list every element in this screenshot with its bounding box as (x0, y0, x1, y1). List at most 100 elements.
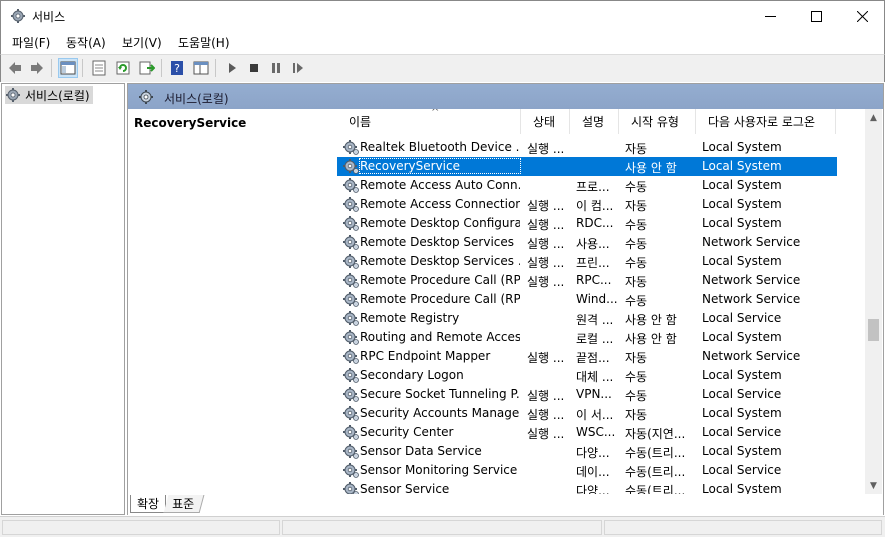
tree-item-label: 서비스(로컬) (25, 88, 90, 103)
table-row[interactable]: Remote Procedure Call (RP... Wind... 수동 Net… (337, 290, 837, 309)
service-name: Realtek Bluetooth Device ... (360, 140, 520, 154)
service-name: RPC Endpoint Mapper (360, 349, 491, 363)
service-gear-icon (343, 178, 359, 193)
service-name: Security Accounts Manager (360, 406, 520, 420)
menu-file[interactable]: 파일(F) (12, 34, 50, 51)
service-status: 실행 ... (527, 142, 565, 156)
start-service-button[interactable] (222, 58, 242, 78)
maximize-button[interactable] (793, 1, 839, 31)
table-row[interactable]: Secondary Logon 대체 ... 수동 Local System (337, 366, 837, 385)
service-logon: Local Service (702, 463, 782, 477)
service-description: 원격 ... (576, 313, 614, 327)
service-gear-icon (343, 292, 359, 307)
maximize-icon (810, 10, 822, 22)
help-button[interactable]: ? (167, 58, 187, 78)
service-startup-type: 자동 (625, 199, 648, 213)
minimize-icon (764, 15, 776, 17)
table-row[interactable]: RPC Endpoint Mapper 실행 ... 끝점... 자동 Network … (337, 347, 837, 366)
help-icon: ? (171, 61, 183, 75)
table-row-selected[interactable]: RecoveryService 사용 안 함 Local System (337, 157, 837, 176)
selected-service-title: RecoveryService (134, 116, 247, 130)
forward-arrow-icon (31, 62, 43, 74)
scroll-thumb[interactable] (868, 319, 879, 341)
table-row[interactable]: Routing and Remote Access 로컬 ... 사용 안 함 Loc… (337, 328, 837, 347)
service-logon: Local System (702, 178, 782, 192)
tab-standard[interactable]: 표준 (163, 495, 205, 513)
service-status: 실행 ... (527, 275, 565, 289)
table-row[interactable]: Sensor Data Service 다양... 수동(트리... Local Sy… (337, 442, 837, 461)
forward-button[interactable] (27, 58, 47, 78)
vertical-scrollbar[interactable]: ▲ ▼ (865, 109, 882, 494)
table-row[interactable]: Security Center 실행 ... WSC... 자동(지연... Local… (337, 423, 837, 442)
service-description: 대체 ... (576, 370, 614, 384)
refresh-button[interactable] (113, 58, 133, 78)
table-row[interactable]: Remote Registry 원격 ... 사용 안 함 Local Service (337, 309, 837, 328)
service-gear-icon (343, 197, 359, 212)
properties-button[interactable] (89, 58, 109, 78)
status-segment (2, 520, 280, 535)
table-row[interactable]: Remote Procedure Call (RP... 실행 ... RPC...… (337, 271, 837, 290)
sort-ascending-icon: ^ (431, 109, 440, 118)
back-button[interactable] (5, 58, 25, 78)
column-header-name[interactable]: ^ 이름 (337, 109, 521, 134)
export-list-button[interactable] (137, 58, 157, 78)
export-list-icon (139, 61, 155, 75)
table-row[interactable]: Remote Desktop Configura... 실행 ... RDC... 수… (337, 214, 837, 233)
start-service-icon (229, 63, 236, 73)
table-row[interactable]: Secure Socket Tunneling P... 실행 ... VPN...… (337, 385, 837, 404)
tab-extended[interactable]: 확장 (130, 495, 166, 513)
service-startup-type: 자동 (625, 275, 648, 289)
service-logon: Local System (702, 254, 782, 268)
table-row[interactable]: Realtek Bluetooth Device ... 실행 ... 자동 Loca… (337, 138, 837, 157)
service-startup-type: 수동 (625, 237, 648, 251)
table-row[interactable]: Remote Access Auto Conn... 프로... 수동 Local S… (337, 176, 837, 195)
service-startup-type: 사용 안 함 (625, 161, 677, 175)
service-description: 다양... (576, 484, 610, 494)
service-startup-type: 수동 (625, 218, 648, 232)
scroll-down-icon[interactable]: ▼ (865, 477, 882, 494)
service-logon: Local System (702, 330, 782, 344)
service-status: 실행 ... (527, 408, 565, 422)
column-header-description[interactable]: 설명 (570, 109, 619, 134)
pause-service-button[interactable] (266, 58, 286, 78)
service-description: 프린... (576, 256, 610, 270)
view-icon (193, 61, 209, 75)
minimize-button[interactable] (747, 1, 793, 31)
close-button[interactable] (839, 1, 885, 31)
tree-item-services-local[interactable]: 서비스(로컬) (5, 86, 93, 104)
service-status: 실행 ... (527, 389, 565, 403)
view-button[interactable] (191, 58, 211, 78)
show-hide-tree-button[interactable] (58, 58, 78, 78)
menu-help[interactable]: 도움말(H) (178, 34, 230, 51)
menu-view[interactable]: 보기(V) (122, 34, 162, 51)
menu-action[interactable]: 동작(A) (66, 34, 106, 51)
service-gear-icon (343, 159, 359, 174)
column-header-logon-as[interactable]: 다음 사용자로 로그온 (696, 109, 836, 134)
table-row[interactable]: Sensor Monitoring Service 데이... 수동(트리... Lo… (337, 461, 837, 480)
scroll-up-icon[interactable]: ▲ (865, 109, 882, 126)
service-gear-icon (343, 330, 359, 345)
table-row[interactable]: Sensor Service 다양... 수동(트리... Local System (337, 480, 837, 494)
table-row[interactable]: Security Accounts Manager 실행 ... 이 서... 자동 L… (337, 404, 837, 423)
table-row[interactable]: Remote Desktop Services ... 실행 ... 프린... 수동… (337, 252, 837, 271)
service-name: Security Center (360, 425, 454, 439)
service-startup-type: 사용 안 함 (625, 332, 677, 346)
service-name: Secure Socket Tunneling P... (360, 387, 520, 401)
service-description: VPN... (576, 387, 612, 401)
refresh-icon (116, 61, 130, 75)
restart-service-button[interactable] (288, 58, 308, 78)
stop-service-button[interactable] (244, 58, 264, 78)
status-segment (604, 520, 882, 535)
tree-pane: 서비스(로컬) (1, 83, 125, 515)
svg-text:?: ? (174, 62, 180, 75)
service-gear-icon (343, 425, 359, 440)
table-row[interactable]: Remote Access Connection... 실행 ... 이 컴... 자… (337, 195, 837, 214)
column-header-status[interactable]: 상태 (521, 109, 570, 134)
service-status: 실행 ... (527, 199, 565, 213)
service-description: RDC... (576, 216, 614, 230)
service-startup-type: 수동 (625, 256, 648, 270)
pause-service-icon (272, 63, 280, 73)
column-header-startup-type[interactable]: 시작 유형 (619, 109, 696, 134)
close-icon (856, 10, 868, 22)
table-row[interactable]: Remote Desktop Services 실행 ... 사용... 수동 Netw… (337, 233, 837, 252)
